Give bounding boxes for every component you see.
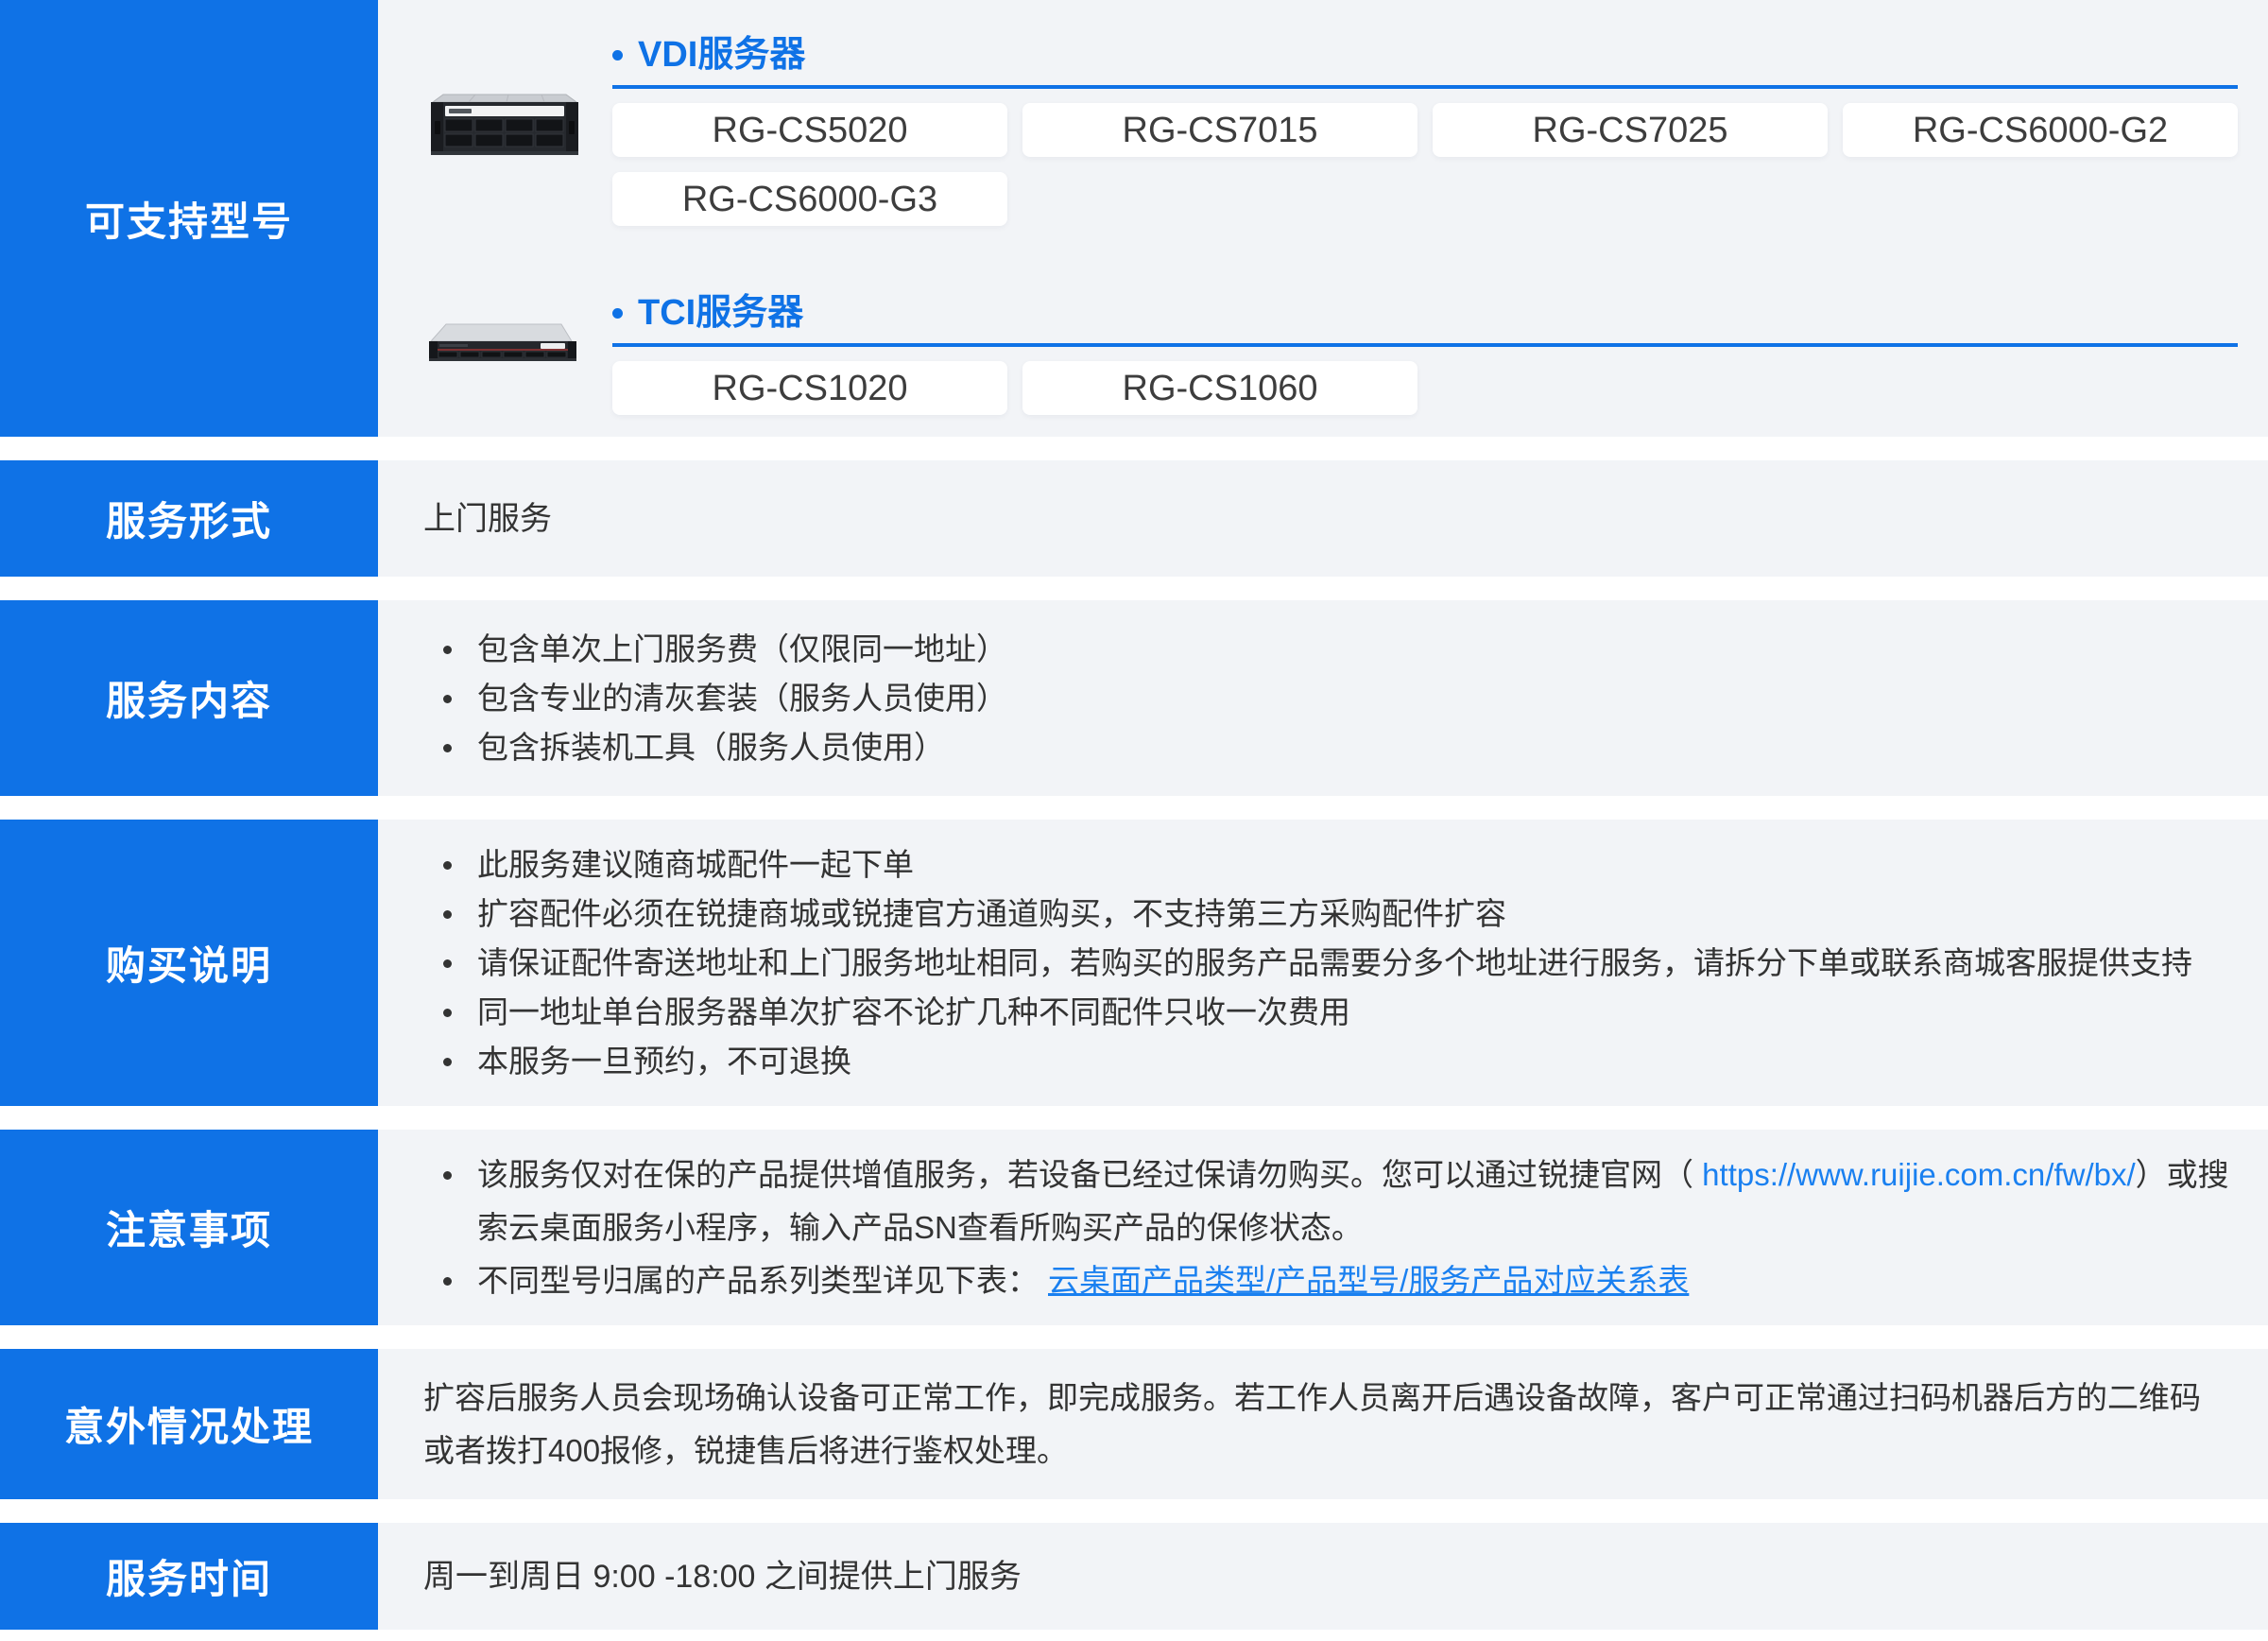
service-content-list: 包含单次上门服务费（仅限同一地址） 包含专业的清灰套装（服务人员使用） 包含拆装… [378, 600, 2268, 796]
incident-handling-content: 扩容后服务人员会现场确认设备可正常工作，即完成服务。若工作人员离开后遇设备故障，… [378, 1349, 2268, 1499]
bullet-icon [612, 50, 623, 60]
warranty-check-link[interactable]: https://www.ruijie.com.cn/fw/bx/ [1702, 1157, 2135, 1192]
row-label-service-form: 服务形式 [0, 460, 378, 577]
model-chip: RG-CS6000-G2 [1843, 103, 2238, 157]
notices-list: 该服务仅对在保的产品提供增值服务，若设备已经过保请勿购买。您可以通过锐捷官网（ … [378, 1130, 2268, 1325]
model-chip: RG-CS5020 [612, 103, 1007, 157]
vdi-server-header: VDI服务器 [612, 34, 2238, 89]
tci-server-header: TCI服务器 [612, 292, 2238, 347]
service-form-text: 上门服务 [423, 494, 552, 544]
row-incident-handling: 意外情况处理 扩容后服务人员会现场确认设备可正常工作，即完成服务。若工作人员离开… [0, 1349, 2268, 1499]
row-purchase-notes: 购买说明 此服务建议随商城配件一起下单 扩容配件必须在锐捷商城或锐捷官方通道购买… [0, 820, 2268, 1106]
list-item: 同一地址单台服务器单次扩容不论扩几种不同配件只收一次费用 [423, 988, 2240, 1037]
list-item: 此服务建议随商城配件一起下单 [423, 840, 2240, 890]
list-item: 包含单次上门服务费（仅限同一地址） [423, 625, 2240, 674]
vdi-2u-server-image [423, 87, 586, 163]
product-mapping-table-link[interactable]: 云桌面产品类型/产品型号/服务产品对应关系表 [1048, 1263, 1689, 1298]
model-chip: RG-CS7015 [1022, 103, 1418, 157]
list-item: 扩容配件必须在锐捷商城或锐捷官方通道购买，不支持第三方采购配件扩容 [423, 890, 2240, 939]
incident-handling-text: 扩容后服务人员会现场确认设备可正常工作，即完成服务。若工作人员离开后遇设备故障，… [423, 1372, 2223, 1477]
vdi-server-title: VDI服务器 [638, 34, 805, 76]
tci-server-group: TCI服务器 RG-CS1020 RG-CS1060 [612, 292, 2238, 415]
tci-1u-server-image [423, 320, 582, 369]
service-time-text: 周一到周日 9:00 -18:00 之间提供上门服务 [423, 1552, 1022, 1601]
model-chip: RG-CS7025 [1433, 103, 1828, 157]
row-supported-models: 可支持型号 [0, 0, 2268, 437]
row-label-supported-models: 可支持型号 [0, 0, 378, 437]
model-chip: RG-CS1060 [1022, 361, 1418, 415]
list-item: 包含拆装机工具（服务人员使用） [423, 723, 2240, 772]
supported-models-content: VDI服务器 RG-CS5020 RG-CS7015 RG-CS7025 RG-… [378, 0, 2268, 437]
list-item: 该服务仅对在保的产品提供增值服务，若设备已经过保请勿购买。您可以通过锐捷官网（ … [423, 1149, 2240, 1254]
vdi-server-group: VDI服务器 RG-CS5020 RG-CS7015 RG-CS7025 RG-… [612, 0, 2238, 226]
vdi-model-chips: RG-CS5020 RG-CS7015 RG-CS7025 RG-CS6000-… [612, 103, 2238, 226]
row-notices: 注意事项 该服务仅对在保的产品提供增值服务，若设备已经过保请勿购买。您可以通过锐… [0, 1130, 2268, 1325]
row-service-time: 服务时间 周一到周日 9:00 -18:00 之间提供上门服务 [0, 1523, 2268, 1630]
service-detail-table: 可支持型号 [0, 0, 2268, 1641]
notice-text: 该服务仅对在保的产品提供增值服务，若设备已经过保请勿购买。您可以通过锐捷官网（ [477, 1157, 1702, 1192]
service-time-content: 周一到周日 9:00 -18:00 之间提供上门服务 [378, 1523, 2268, 1630]
row-label-service-time: 服务时间 [0, 1523, 378, 1630]
row-service-content: 服务内容 包含单次上门服务费（仅限同一地址） 包含专业的清灰套装（服务人员使用）… [0, 600, 2268, 796]
model-chip: RG-CS1020 [612, 361, 1007, 415]
list-item: 包含专业的清灰套装（服务人员使用） [423, 674, 2240, 723]
service-form-content: 上门服务 [378, 460, 2268, 577]
row-service-form: 服务形式 上门服务 [0, 460, 2268, 577]
row-label-incident-handling: 意外情况处理 [0, 1349, 378, 1499]
purchase-notes-list: 此服务建议随商城配件一起下单 扩容配件必须在锐捷商城或锐捷官方通道购买，不支持第… [378, 820, 2268, 1106]
list-item: 不同型号归属的产品系列类型详见下表： 云桌面产品类型/产品型号/服务产品对应关系表 [423, 1254, 2240, 1307]
row-label-service-content: 服务内容 [0, 600, 378, 796]
bullet-icon [612, 308, 623, 319]
row-label-notices: 注意事项 [0, 1130, 378, 1325]
list-item: 本服务一旦预约，不可退换 [423, 1037, 2240, 1086]
model-chip: RG-CS6000-G3 [612, 172, 1007, 226]
row-label-purchase-notes: 购买说明 [0, 820, 378, 1106]
tci-model-chips: RG-CS1020 RG-CS1060 [612, 361, 2238, 415]
notice-text: 不同型号归属的产品系列类型详见下表： [477, 1263, 1039, 1298]
tci-server-title: TCI服务器 [638, 292, 803, 334]
list-item: 请保证配件寄送地址和上门服务地址相同，若购买的服务产品需要分多个地址进行服务，请… [423, 939, 2240, 988]
